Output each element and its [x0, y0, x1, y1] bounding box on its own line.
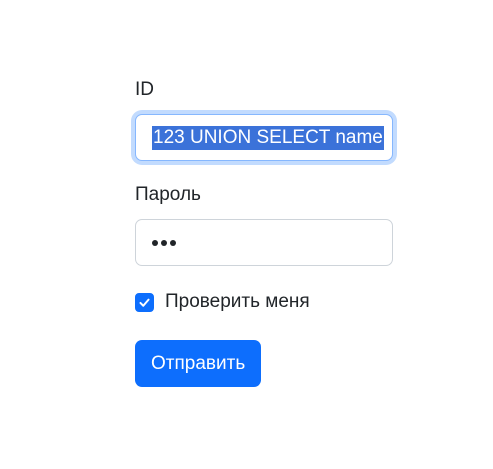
- id-field-group: ID 123 UNION SELECT name: [135, 78, 393, 161]
- remember-checkbox[interactable]: [135, 292, 154, 312]
- remember-label: Проверить меня: [165, 291, 310, 312]
- checkmark-icon: [139, 298, 150, 307]
- id-label: ID: [135, 79, 154, 100]
- password-field-group: Пароль: [135, 183, 393, 266]
- password-label: Пароль: [135, 184, 201, 205]
- login-form: ID 123 UNION SELECT name Пароль Проверит…: [135, 78, 393, 387]
- id-input[interactable]: 123 UNION SELECT name: [135, 114, 393, 161]
- password-mask-dot: [161, 239, 167, 246]
- submit-button[interactable]: Отправить: [135, 340, 262, 387]
- password-mask: [152, 239, 176, 246]
- password-mask-dot: [170, 239, 176, 246]
- page: ID 123 UNION SELECT name Пароль Проверит…: [0, 0, 493, 469]
- remember-row: Проверить меня: [135, 290, 393, 314]
- password-input[interactable]: [135, 219, 393, 266]
- password-mask-dot: [152, 239, 158, 246]
- id-input-value: 123 UNION SELECT name: [152, 125, 384, 150]
